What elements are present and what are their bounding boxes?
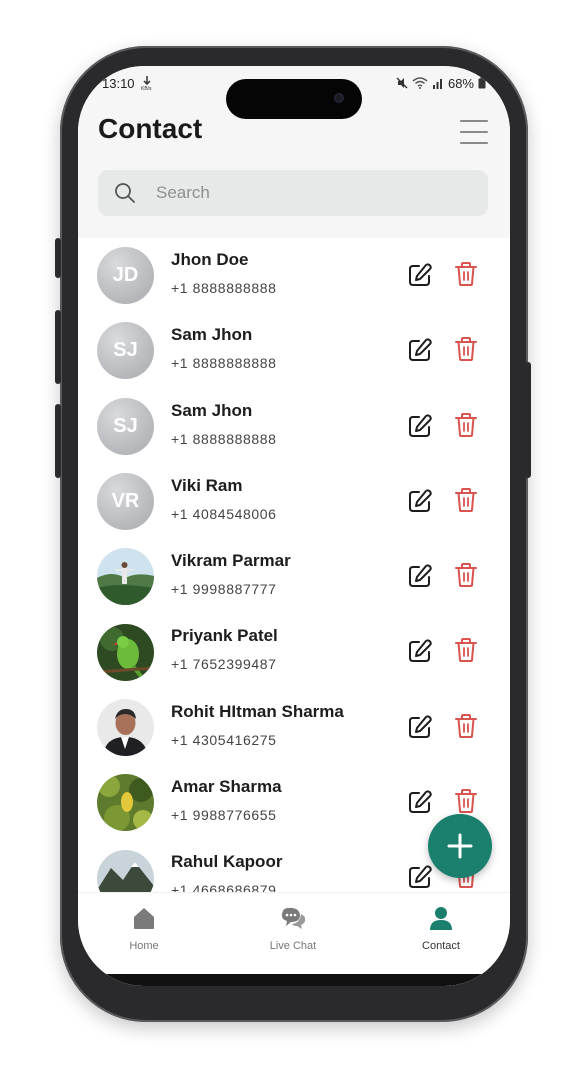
edit-icon[interactable] bbox=[407, 413, 433, 439]
avatar: VR bbox=[97, 473, 154, 531]
screen: 13:10 KB/s 68% Contact Search JD Jhon Do… bbox=[78, 66, 510, 986]
nav-contact[interactable]: Contact bbox=[386, 905, 496, 952]
gesture-bar bbox=[78, 974, 510, 986]
contact-name: Amar Sharma bbox=[171, 777, 282, 797]
contact-row[interactable]: Rohit HItman Sharma +1 4305416275 bbox=[78, 690, 510, 765]
plus-icon bbox=[447, 833, 473, 859]
contact-name: Jhon Doe bbox=[171, 250, 249, 269]
contact-phone: +1 8888888888 bbox=[171, 430, 277, 447]
contact-name: Rohit HItman Sharma bbox=[171, 701, 344, 721]
delete-icon[interactable] bbox=[454, 487, 478, 513]
contact-name: Sam Jhon bbox=[171, 325, 253, 345]
edit-icon[interactable] bbox=[407, 563, 433, 589]
edit-icon[interactable] bbox=[407, 864, 433, 890]
nav-home-label: Home bbox=[129, 940, 159, 952]
contact-phone: +1 9998887777 bbox=[171, 581, 277, 598]
search-icon bbox=[115, 183, 135, 203]
edit-icon[interactable] bbox=[407, 789, 433, 815]
contact-row[interactable]: Vikram Parmar +1 9998887777 bbox=[78, 539, 510, 614]
contact-name: Viki Ram bbox=[171, 475, 243, 495]
home-icon bbox=[134, 908, 154, 929]
battery-icon bbox=[478, 77, 486, 89]
data-speed-icon: KB/s bbox=[141, 76, 152, 91]
chat-icon bbox=[281, 907, 306, 929]
delete-icon[interactable] bbox=[454, 562, 478, 588]
contact-row[interactable]: JD Jhon Doe +1 8888888888 bbox=[78, 238, 510, 313]
battery-percent: 68% bbox=[447, 75, 474, 91]
nav-live-chat[interactable]: Live Chat bbox=[238, 905, 348, 952]
avatar: SJ bbox=[97, 397, 154, 455]
volume-button bbox=[55, 238, 61, 278]
avatar bbox=[97, 849, 154, 892]
contact-name: Vikram Parmar bbox=[171, 551, 291, 571]
contact-row[interactable]: SJ Sam Jhon +1 8888888888 bbox=[78, 313, 510, 388]
menu-icon[interactable] bbox=[460, 120, 488, 144]
svg-text:KB/s: KB/s bbox=[141, 86, 152, 91]
mute-icon bbox=[396, 77, 408, 89]
dynamic-island bbox=[226, 79, 362, 119]
avatar bbox=[97, 623, 154, 681]
nav-live-chat-label: Live Chat bbox=[269, 940, 317, 952]
volume-button bbox=[55, 404, 61, 478]
contact-phone: +1 4668686879 bbox=[171, 882, 277, 892]
contact-name: Sam Jhon bbox=[171, 400, 253, 420]
search-bar[interactable] bbox=[98, 170, 488, 216]
avatar: SJ bbox=[97, 322, 154, 380]
contact-phone: +1 9988776655 bbox=[171, 807, 277, 824]
person-icon bbox=[430, 907, 452, 930]
delete-icon[interactable] bbox=[454, 788, 478, 814]
delete-icon[interactable] bbox=[454, 261, 478, 287]
bottom-nav: Home Live Chat Contact bbox=[78, 892, 510, 986]
contact-phone: +1 8888888888 bbox=[171, 355, 277, 372]
volume-button bbox=[55, 310, 61, 384]
contact-phone: +1 4084548006 bbox=[171, 505, 277, 522]
search-input[interactable] bbox=[154, 182, 458, 204]
page-title: Contact bbox=[98, 113, 203, 144]
avatar bbox=[97, 774, 154, 832]
edit-icon[interactable] bbox=[407, 262, 433, 288]
edit-icon[interactable] bbox=[407, 638, 433, 664]
contact-name: Priyank Patel bbox=[171, 626, 278, 646]
delete-icon[interactable] bbox=[454, 336, 478, 362]
avatar bbox=[97, 548, 154, 606]
power-button bbox=[525, 362, 531, 478]
edit-icon[interactable] bbox=[407, 337, 433, 363]
avatar: JD bbox=[97, 247, 154, 305]
add-contact-button[interactable] bbox=[428, 814, 492, 878]
contact-phone: +1 8888888888 bbox=[171, 280, 277, 296]
contact-list: JD Jhon Doe +1 8888888888 SJ Sam Jhon +1 8888… bbox=[78, 238, 510, 892]
contact-phone: +1 7652399487 bbox=[171, 656, 277, 673]
delete-icon[interactable] bbox=[454, 713, 478, 739]
delete-icon[interactable] bbox=[454, 637, 478, 663]
avatar bbox=[97, 698, 154, 756]
signal-icon bbox=[432, 79, 442, 89]
contact-row[interactable]: SJ Sam Jhon +1 8888888888 bbox=[78, 389, 510, 464]
edit-icon[interactable] bbox=[407, 714, 433, 740]
delete-icon[interactable] bbox=[454, 412, 478, 438]
status-time: 13:10 bbox=[102, 75, 135, 91]
nav-contact-label: Contact bbox=[422, 940, 460, 952]
edit-icon[interactable] bbox=[407, 488, 433, 514]
wifi-icon bbox=[412, 77, 428, 89]
contact-name: Rahul Kapoor bbox=[171, 852, 283, 872]
contact-row[interactable]: Priyank Patel +1 7652399487 bbox=[78, 614, 510, 689]
nav-home[interactable]: Home bbox=[89, 905, 199, 952]
contact-phone: +1 4305416275 bbox=[171, 731, 277, 748]
contact-row[interactable]: VR Viki Ram +1 4084548006 bbox=[78, 464, 510, 539]
